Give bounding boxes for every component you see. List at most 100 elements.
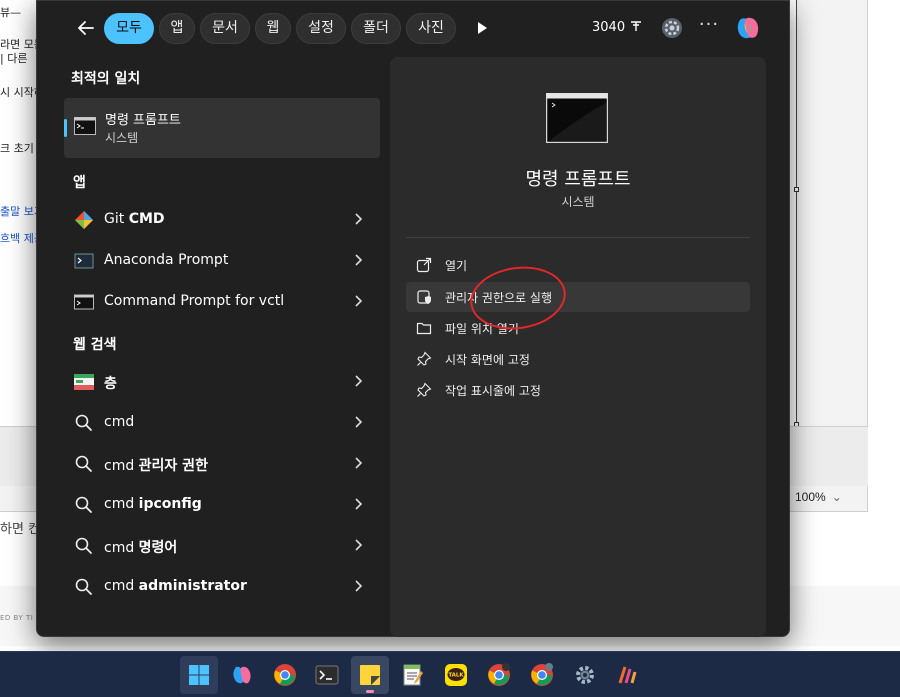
terminal-icon (315, 665, 339, 685)
taskbar-chrome[interactable] (266, 656, 304, 694)
sticky-notes-icon (360, 665, 380, 685)
copilot-icon (737, 17, 759, 39)
action-open[interactable]: 열기 (406, 250, 750, 280)
app-result-git-cmd[interactable]: Git CMD (64, 201, 380, 239)
open-external-icon (416, 257, 432, 273)
settings-icon (576, 666, 594, 684)
taskbar-copilot[interactable] (223, 656, 261, 694)
search-filter-bar: 모두 앱 문서 웹 설정 폴더 사진 3040 ··· (37, 1, 789, 55)
best-match-result[interactable]: 명령 프롬프트 시스템 (64, 98, 380, 158)
kakaotalk-icon: TALK (445, 664, 467, 686)
chevron-right-icon[interactable] (352, 455, 364, 471)
taskbar-app[interactable] (609, 656, 647, 694)
back-arrow-icon (78, 21, 94, 35)
chevron-right-icon[interactable] (352, 252, 364, 268)
resize-handle[interactable] (794, 187, 799, 192)
result-preview-pane: 명령 프롬프트 시스템 열기 관리자 권한으로 실행 파일 위치 열기 시작 화… (390, 57, 766, 637)
rewards-icon (631, 21, 642, 31)
more-filters-button[interactable] (473, 19, 491, 37)
action-pin-to-start[interactable]: 시작 화면에 고정 (406, 344, 750, 374)
points-value: 3040 (592, 20, 626, 35)
taskbar-start-button[interactable] (180, 656, 218, 694)
filter-folders[interactable]: 폴더 (351, 13, 401, 44)
selection-indicator (64, 119, 67, 137)
start-menu: 모두 앱 문서 웹 설정 폴더 사진 3040 ··· 최적의 일치 명령 프롬… (36, 0, 790, 637)
web-result-label: cmd 관리자 권한 (104, 458, 208, 474)
more-options-button[interactable]: ··· (697, 15, 721, 39)
taskbar-settings[interactable] (566, 656, 604, 694)
action-run-as-admin[interactable]: 관리자 권한으로 실행 (406, 282, 750, 312)
web-result-label: cmd (104, 414, 135, 430)
preview-divider (406, 237, 750, 238)
app-result-label: Anaconda Prompt (104, 252, 229, 268)
taskbar-terminal[interactable] (308, 656, 346, 694)
web-result-label: 층 (104, 376, 117, 392)
action-pin-to-taskbar[interactable]: 작업 표시줄에 고정 (406, 375, 750, 405)
filter-apps[interactable]: 앱 (159, 13, 195, 44)
chevron-right-icon[interactable] (352, 414, 364, 430)
run-as-admin-icon (416, 289, 432, 305)
app-result-anaconda-prompt[interactable]: Anaconda Prompt (64, 242, 380, 280)
chevron-right-icon[interactable] (352, 578, 364, 594)
running-indicator (366, 690, 374, 693)
zoom-dropdown[interactable]: 100% ⌄ (795, 490, 842, 504)
app-result-label: Git CMD (104, 211, 165, 227)
action-label: 열기 (445, 259, 468, 273)
action-label: 시작 화면에 고정 (445, 353, 530, 367)
chevron-right-icon[interactable] (352, 373, 364, 389)
app-result-label: Command Prompt for vctl (104, 293, 285, 309)
preview-app-type: 시스템 (561, 195, 595, 209)
web-result[interactable]: 층 (64, 363, 380, 401)
taskbar-chrome-profile[interactable] (480, 656, 518, 694)
zoom-value: 100% (795, 490, 826, 504)
command-prompt-icon (74, 117, 96, 135)
copilot-icon (233, 666, 251, 684)
web-result[interactable]: cmd ipconfig (64, 486, 380, 524)
web-result[interactable]: cmd administrator (64, 568, 380, 606)
filter-photos[interactable]: 사진 (406, 13, 456, 44)
back-button[interactable] (73, 15, 99, 41)
copilot-button[interactable] (733, 13, 763, 43)
avatar-icon (662, 18, 682, 38)
pin-icon (416, 351, 432, 367)
user-avatar[interactable] (661, 17, 683, 39)
app-result-command-prompt-vctl[interactable]: Command Prompt for vctl (64, 283, 380, 321)
start-icon (189, 665, 209, 685)
search-icon (74, 536, 94, 556)
points-indicator[interactable]: 3040 (592, 19, 643, 35)
action-open-file-location[interactable]: 파일 위치 열기 (406, 313, 750, 343)
web-thumbnail-icon (74, 372, 94, 392)
search-icon (74, 577, 94, 597)
web-result[interactable]: cmd 명령어 (64, 527, 380, 565)
bg-side-text: 뷰— (0, 6, 22, 19)
git-cmd-icon (74, 210, 94, 230)
command-prompt-icon (74, 292, 94, 312)
apps-heading: 앱 (73, 175, 86, 191)
chevron-right-icon[interactable] (352, 211, 364, 227)
anaconda-prompt-icon (74, 251, 94, 271)
web-result[interactable]: cmd 관리자 권한 (64, 445, 380, 483)
chevron-right-icon[interactable] (352, 537, 364, 553)
filter-web[interactable]: 웹 (255, 13, 291, 44)
bg-side-text: 크 초기 (0, 142, 34, 155)
search-icon (74, 495, 94, 515)
filter-all[interactable]: 모두 (104, 13, 154, 44)
bg-page-text: 하면 컨 (0, 522, 41, 537)
best-match-heading: 최적의 일치 (71, 71, 141, 87)
taskbar-kakaotalk[interactable]: TALK (437, 656, 475, 694)
best-match-subtitle: 시스템 (105, 131, 139, 145)
web-result[interactable]: cmd (64, 404, 380, 442)
web-result-label: cmd ipconfig (104, 496, 202, 512)
pin-icon (416, 382, 432, 398)
taskbar-notepad[interactable] (394, 656, 432, 694)
chrome-profile2-icon (531, 663, 553, 686)
chevron-right-icon[interactable] (352, 496, 364, 512)
taskbar-sticky-notes[interactable] (351, 656, 389, 694)
command-prompt-icon (545, 92, 609, 144)
chrome-profile-icon (488, 663, 510, 686)
filter-settings[interactable]: 설정 (296, 13, 346, 44)
bg-side-text: | 다른 (0, 52, 28, 65)
filter-documents[interactable]: 문서 (200, 13, 250, 44)
taskbar-chrome-profile-2[interactable] (523, 656, 561, 694)
chevron-right-icon[interactable] (352, 293, 364, 309)
